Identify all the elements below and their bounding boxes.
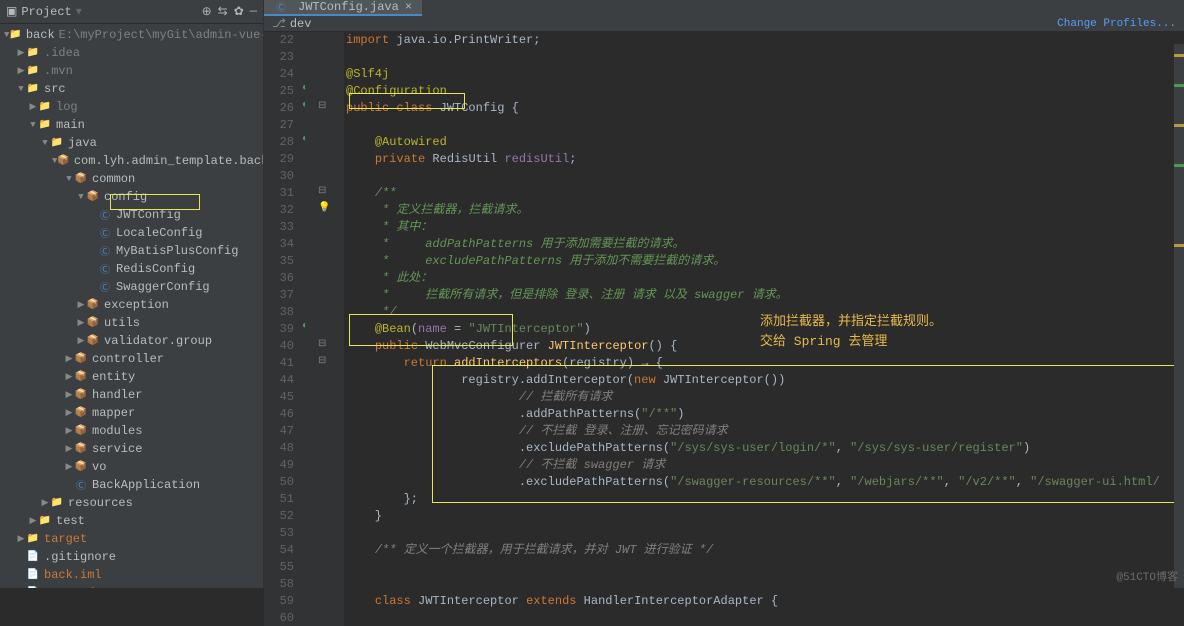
warning-marker[interactable] <box>1174 244 1184 247</box>
gutter-collapse-icon[interactable]: ⊟ <box>318 355 332 369</box>
sidebar-header: ▣ Project ▾ ⊕ ⇆ ✿ — <box>0 0 263 24</box>
spring-bean-icon[interactable]: ◐ <box>302 83 316 97</box>
tree-item[interactable]: ▼📁src <box>0 80 263 98</box>
highlight-configuration <box>349 93 465 109</box>
gutter-collapse-icon[interactable]: ⊟ <box>318 338 332 352</box>
tree-item[interactable]: ⒸBackApplication <box>0 476 263 494</box>
tree-item[interactable]: ▶📦validator.group <box>0 332 263 350</box>
tree-item[interactable]: ⒸSwaggerConfig <box>0 278 263 296</box>
highlight-jwtconfig-tree <box>110 194 200 210</box>
tree-item[interactable]: ▶📁resources <box>0 494 263 512</box>
project-tree[interactable]: ▼📁backE:\myProject\myGit\admin-vue-templ… <box>0 24 263 588</box>
tree-item[interactable]: 📄back.iml <box>0 566 263 584</box>
branch-name: dev <box>290 17 312 31</box>
tree-item[interactable]: ▼📦com.lyh.admin_template.back <box>0 152 263 170</box>
close-icon[interactable]: × <box>405 0 412 14</box>
sidebar-tools: ⊕ ⇆ ✿ — <box>202 4 257 19</box>
git-branch[interactable]: ⎇ dev <box>272 16 311 31</box>
tree-item[interactable]: 📄.gitignore <box>0 548 263 566</box>
spring-bean-icon[interactable]: ◐ <box>302 100 316 114</box>
sidebar-title[interactable]: ▣ Project ▾ <box>6 4 82 19</box>
warning-marker[interactable] <box>1174 54 1184 57</box>
highlight-interceptor-block <box>432 365 1176 503</box>
spring-bean-icon[interactable]: ◐ <box>302 134 316 148</box>
collapse-icon[interactable]: ⇆ <box>218 4 228 19</box>
spring-bean-icon[interactable]: ◐ <box>302 321 316 335</box>
project-sidebar: ▣ Project ▾ ⊕ ⇆ ✿ — ▼📁backE:\myProject\m… <box>0 0 264 588</box>
tab-name: JWTConfig.java <box>298 0 399 14</box>
tree-item[interactable]: ▶📦entity <box>0 368 263 386</box>
branch-bar: ⎇ dev Change Profiles... <box>264 16 1184 32</box>
annotation-line2: 交给 Spring 去管理 <box>760 330 887 349</box>
project-label: Project <box>21 5 71 19</box>
change-marker[interactable] <box>1174 84 1184 87</box>
gutter: 2223242526272829303132333435363738394041… <box>264 32 344 626</box>
tree-item[interactable]: ▶📦service <box>0 440 263 458</box>
tab-bar: Ⓒ JWTConfig.java × <box>264 0 1184 16</box>
tree-item[interactable]: ▶📁target <box>0 530 263 548</box>
change-profiles-link[interactable]: Change Profiles... <box>1057 18 1176 30</box>
highlight-bean <box>349 314 513 346</box>
gear-icon[interactable]: ✿ <box>234 4 244 19</box>
branch-icon: ⎇ <box>272 16 286 31</box>
tree-item[interactable]: ▶📦vo <box>0 458 263 476</box>
tree-item[interactable]: ▼📁main <box>0 116 263 134</box>
change-marker[interactable] <box>1174 164 1184 167</box>
tree-item[interactable]: ⒸRedisConfig <box>0 260 263 278</box>
tree-item[interactable]: ▼📦common <box>0 170 263 188</box>
hide-icon[interactable]: — <box>250 4 257 19</box>
editor-scrollbar[interactable] <box>1174 44 1184 588</box>
tree-item[interactable]: ⒸMyBatisPlusConfig <box>0 242 263 260</box>
editor-tab-jwtconfig[interactable]: Ⓒ JWTConfig.java × <box>264 0 422 16</box>
tree-item[interactable]: ▶📦exception <box>0 296 263 314</box>
intention-bulb-icon[interactable]: 💡 <box>318 202 332 216</box>
watermark: @51CTO博客 <box>1116 568 1178 584</box>
project-icon: ▣ <box>6 4 17 19</box>
line-numbers: 2223242526272829303132333435363738394041… <box>264 32 300 626</box>
tree-item[interactable]: ▶📦mapper <box>0 404 263 422</box>
tree-item[interactable]: ▼📁java <box>0 134 263 152</box>
tree-item[interactable]: ▼📁backE:\myProject\myGit\admin-vue-templ… <box>0 26 263 44</box>
tree-item[interactable]: ▶📦controller <box>0 350 263 368</box>
tree-item[interactable]: ▶📁.idea <box>0 44 263 62</box>
tree-item[interactable]: ▶📁test <box>0 512 263 530</box>
annotation-line1: 添加拦截器，并指定拦截规则。 <box>760 310 942 329</box>
warning-marker[interactable] <box>1174 124 1184 127</box>
target-icon[interactable]: ⊕ <box>202 4 212 19</box>
gutter-icons: ◐ ◐ ⊟ ◐ ⊟ 💡 ◐ ⊟ ⊟ <box>300 32 344 626</box>
java-file-icon: Ⓒ <box>274 0 288 14</box>
tree-item[interactable]: ▶📁log <box>0 98 263 116</box>
tree-item[interactable]: ▶📦modules <box>0 422 263 440</box>
tree-item[interactable]: ▶📦handler <box>0 386 263 404</box>
tree-item[interactable]: ▶📦utils <box>0 314 263 332</box>
tree-item[interactable]: ⒸLocaleConfig <box>0 224 263 242</box>
tree-item[interactable]: ▶📁.mvn <box>0 62 263 80</box>
gutter-collapse-icon[interactable]: ⊟ <box>318 185 332 199</box>
tree-item[interactable]: 📄HELP.md <box>0 584 263 588</box>
gutter-collapse-icon[interactable]: ⊟ <box>318 100 332 114</box>
